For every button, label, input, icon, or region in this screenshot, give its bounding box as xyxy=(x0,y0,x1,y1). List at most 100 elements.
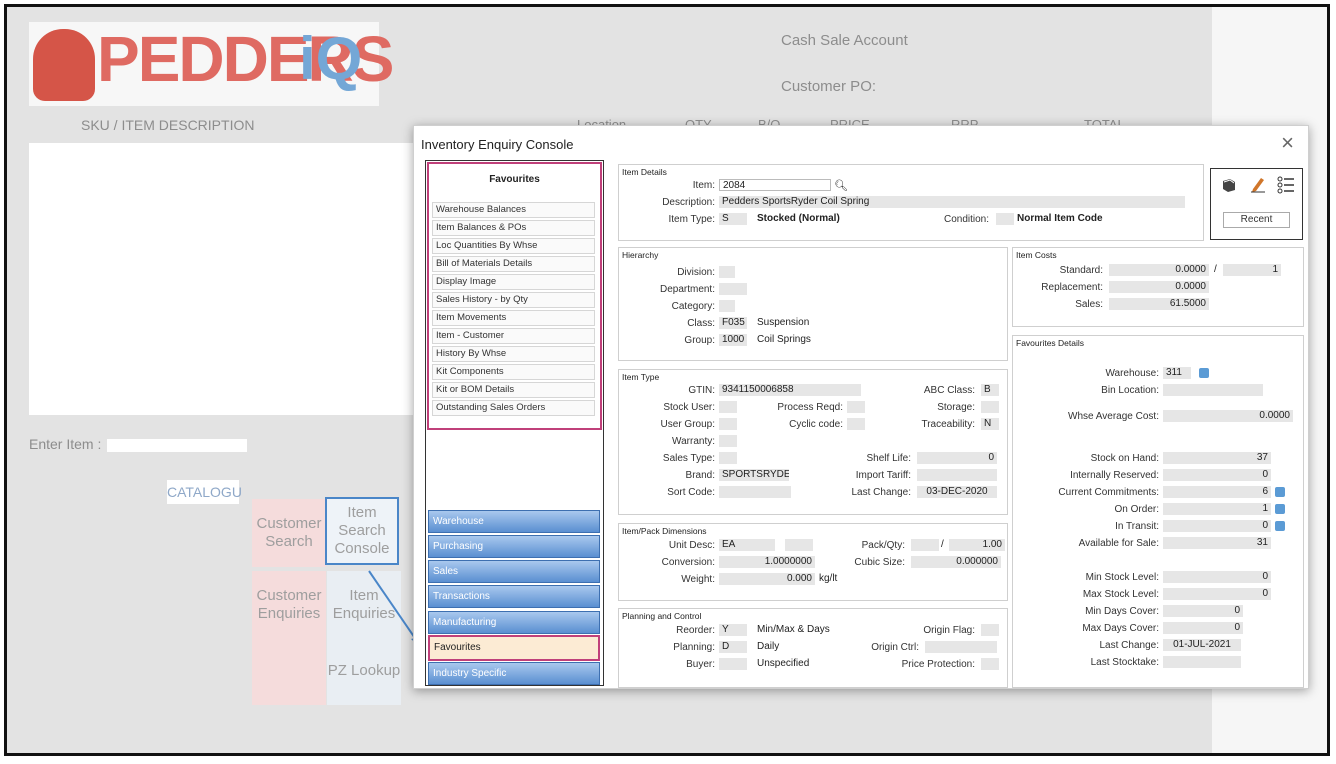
class-label: Class: xyxy=(687,318,715,329)
item-enquiries-tile[interactable]: Item Enquiries xyxy=(327,571,401,639)
item-details-panel: Item Details Item: 2084 🔍︎ Description: … xyxy=(618,164,1204,241)
max-stock-label: Max Stock Level: xyxy=(1082,589,1159,600)
brand-field: SPORTSRYDE xyxy=(719,469,789,481)
fav-item-bom-details[interactable]: Bill of Materials Details xyxy=(432,256,595,272)
pack-qty-field: 1.00 xyxy=(949,539,1005,551)
sales-cost-field: 61.5000 xyxy=(1109,298,1209,310)
in-transit-field: 0 xyxy=(1163,520,1271,532)
in-transit-drill-icon[interactable] xyxy=(1275,521,1285,531)
book-icon[interactable] xyxy=(1221,177,1237,193)
buyer-label: Buyer: xyxy=(686,659,715,670)
recent-button[interactable]: Recent xyxy=(1223,212,1290,228)
item-input[interactable]: 2084 xyxy=(719,179,831,191)
fav-item-outstanding-sales-orders[interactable]: Outstanding Sales Orders xyxy=(432,400,595,416)
item-search-console-tile[interactable]: Item Search Console xyxy=(325,497,399,565)
on-order-drill-icon[interactable] xyxy=(1275,504,1285,514)
shelf-life-label: Shelf Life: xyxy=(866,453,911,464)
customer-enquiries-tile[interactable]: Customer Enquiries xyxy=(252,571,326,639)
close-icon[interactable]: × xyxy=(1281,132,1294,154)
favourites-details-title: Favourites Details xyxy=(1016,338,1085,348)
search-icon[interactable]: 🔍︎ xyxy=(834,179,848,192)
nav-sales[interactable]: Sales xyxy=(428,560,600,583)
fav-item-warehouse-balances[interactable]: Warehouse Balances xyxy=(432,202,595,218)
favourites-details-panel: Favourites Details Warehouse: 311 Bin Lo… xyxy=(1012,335,1304,688)
current-commitments-field: 6 xyxy=(1163,486,1271,498)
category-field xyxy=(719,300,735,312)
class-desc: Suspension xyxy=(757,317,810,328)
fav-item-sales-history[interactable]: Sales History - by Qty xyxy=(432,292,595,308)
dimensions-panel: Item/Pack Dimensions Unit Desc: EA Pack/… xyxy=(618,523,1008,601)
sales-type-field xyxy=(719,452,737,464)
available-field: 31 xyxy=(1163,537,1271,549)
fav-item-item-movements[interactable]: Item Movements xyxy=(432,310,595,326)
traceability-field: N xyxy=(981,418,999,430)
favourites-heading: Favourites xyxy=(489,174,540,185)
standard-label: Standard: xyxy=(1059,265,1103,276)
item-costs-panel: Item Costs Standard: 0.0000 / 1 Replacem… xyxy=(1012,247,1304,327)
list-icon[interactable] xyxy=(1277,176,1295,194)
hierarchy-title: Hierarchy xyxy=(622,250,659,260)
max-days-label: Max Days Cover: xyxy=(1082,623,1159,634)
gtin-field: 9341150006858 xyxy=(719,384,861,396)
sort-code-label: Sort Code: xyxy=(667,487,715,498)
cubic-size-field: 0.000000 xyxy=(911,556,1001,568)
fav-item-item-customer[interactable]: Item - Customer xyxy=(432,328,595,344)
enter-item-input[interactable] xyxy=(107,439,247,452)
category-label: Category: xyxy=(671,301,715,312)
logo-suffix: iQ xyxy=(299,25,363,92)
item-type-desc: Stocked (Normal) xyxy=(757,213,840,224)
nav-manufacturing[interactable]: Manufacturing xyxy=(428,611,600,634)
buyer-field xyxy=(719,658,747,670)
customer-search-tile[interactable]: Customer Search xyxy=(252,499,326,567)
min-stock-field: 0 xyxy=(1163,571,1271,583)
nav-industry-specific[interactable]: Industry Specific xyxy=(428,662,600,685)
process-reqd-label: Process Reqd: xyxy=(777,402,843,413)
nav-purchasing[interactable]: Purchasing xyxy=(428,535,600,558)
whse-avg-cost-label: Whse Average Cost: xyxy=(1068,411,1159,422)
import-tariff-label: Import Tariff: xyxy=(855,470,911,481)
fav-item-display-image[interactable]: Display Image xyxy=(432,274,595,290)
fav-item-history-by-whse[interactable]: History By Whse xyxy=(432,346,595,362)
user-group-field xyxy=(719,418,737,430)
import-tariff-field xyxy=(917,469,997,481)
condition-code xyxy=(996,213,1014,225)
nav-favourites[interactable]: Favourites xyxy=(428,635,600,661)
item-details-title: Item Details xyxy=(622,167,667,177)
navigation-panel: Favourites Warehouse Balances Item Balan… xyxy=(425,160,604,686)
description-field: Pedders SportsRyder Coil Spring xyxy=(719,196,1185,208)
fav-item-item-balances[interactable]: Item Balances & POs xyxy=(432,220,595,236)
origin-ctrl-field xyxy=(925,641,997,653)
nav-transactions[interactable]: Transactions xyxy=(428,585,600,608)
pack-separator: / xyxy=(941,539,944,550)
pack-qty-label: Pack/Qty: xyxy=(861,540,905,551)
commitments-drill-icon[interactable] xyxy=(1275,487,1285,497)
stock-user-field xyxy=(719,401,737,413)
storage-field xyxy=(981,401,999,413)
standard-field: 0.0000 xyxy=(1109,264,1209,276)
fav-item-kit-bom-details[interactable]: Kit or BOM Details xyxy=(432,382,595,398)
fav-item-kit-components[interactable]: Kit Components xyxy=(432,364,595,380)
item-costs-title: Item Costs xyxy=(1016,250,1057,260)
min-stock-label: Min Stock Level: xyxy=(1085,572,1159,583)
warehouse-field: 311 xyxy=(1163,367,1191,379)
warehouse-lookup-icon[interactable] xyxy=(1199,368,1209,378)
pencil-icon[interactable] xyxy=(1249,175,1267,193)
stock-on-hand-field: 37 xyxy=(1163,452,1271,464)
reorder-label: Reorder: xyxy=(676,625,715,636)
shelf-life-field: 0 xyxy=(917,452,997,464)
price-protection-label: Price Protection: xyxy=(901,659,975,670)
internally-reserved-field: 0 xyxy=(1163,469,1271,481)
buyer-desc: Unspecified xyxy=(757,658,810,669)
pz-lookup-tile[interactable]: PZ Lookup xyxy=(327,637,401,705)
order-lines-area xyxy=(29,143,423,415)
last-stocktake-label: Last Stocktake: xyxy=(1090,657,1159,668)
fav-item-loc-quantities[interactable]: Loc Quantities By Whse xyxy=(432,238,595,254)
catalogue-button[interactable]: CATALOGU xyxy=(167,480,242,504)
inventory-enquiry-dialog: Inventory Enquiry Console × Favourites W… xyxy=(413,125,1309,689)
weight-field: 0.000 xyxy=(719,573,815,585)
sort-code-field xyxy=(719,486,791,498)
item-type-title: Item Type xyxy=(622,372,660,382)
nav-warehouse[interactable]: Warehouse xyxy=(428,510,600,533)
cyclic-code-field xyxy=(847,418,865,430)
enter-item-label: Enter Item : xyxy=(29,436,102,452)
